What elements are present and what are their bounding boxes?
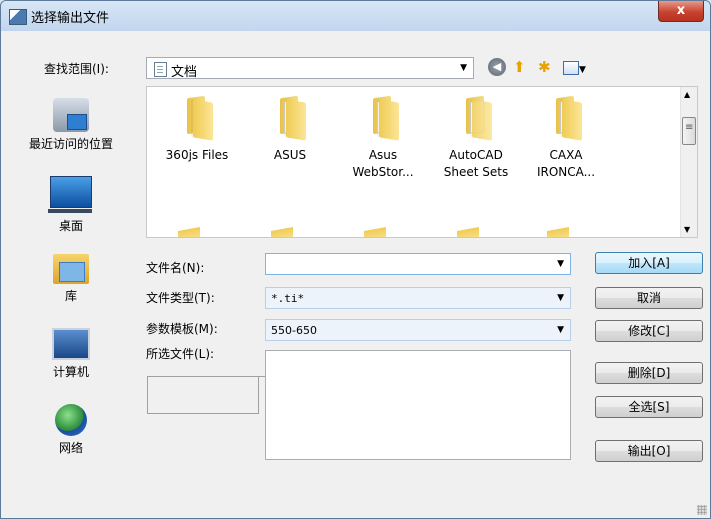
file-name: ASUS [273, 148, 307, 162]
filetype-label: 文件类型(T): [146, 291, 215, 305]
folder-icon [458, 95, 494, 141]
filename-label: 文件名(N): [146, 261, 205, 275]
folder-icon [265, 227, 295, 237]
resize-grip[interactable] [697, 505, 707, 515]
back-button[interactable]: ◀ [488, 58, 506, 76]
network-icon [55, 404, 87, 436]
scrollbar-thumb[interactable] [682, 117, 696, 145]
view-grid-icon [563, 60, 579, 75]
new-folder-button[interactable]: ✱ [538, 58, 551, 76]
desktop-icon [48, 176, 92, 213]
folder-icon [548, 95, 584, 141]
up-folder-icon: ⬆ [513, 58, 526, 76]
file-name-line2: Sheet Sets [443, 165, 509, 179]
new-folder-icon: ✱ [538, 58, 551, 76]
place-desktop-label: 桌面 [58, 219, 83, 233]
add-button[interactable]: 加入[A] [595, 252, 703, 274]
place-libraries-label: 库 [64, 289, 77, 303]
filetype-value: *.ti* [271, 292, 305, 305]
file-name: AutoCAD [449, 148, 503, 162]
place-network-label: 网络 [58, 441, 83, 455]
look-in-combo[interactable]: 文档 ▼ [146, 57, 474, 80]
folder-icon [541, 227, 571, 237]
scroll-down-icon[interactable]: ▼ [684, 225, 690, 234]
folder-icon [172, 227, 202, 237]
delete-button[interactable]: 删除[D] [595, 362, 703, 384]
select-all-button[interactable]: 全选[S] [595, 396, 703, 418]
document-icon [154, 62, 167, 77]
up-folder-button[interactable]: ⬆ [513, 58, 526, 76]
selected-files-list[interactable] [265, 350, 571, 460]
folder-icon [358, 227, 388, 237]
place-desktop[interactable]: 桌面 [1, 176, 141, 234]
close-button[interactable]: x [658, 1, 704, 22]
dialog-content: 查找范围(I): 文档 ▼ ◀ ⬆ ✱ ▼ 最近访问的位置 桌面 库 计算机 网… [1, 31, 710, 518]
window-title: 选择输出文件 [31, 11, 110, 26]
file-item[interactable]: CAXA IRONCA... [525, 95, 607, 181]
places-bar: 最近访问的位置 桌面 库 计算机 网络 [1, 86, 141, 518]
file-name: 360js Files [165, 148, 229, 162]
file-item[interactable]: Asus WebStor... [342, 95, 424, 181]
view-menu-button[interactable]: ▼ [563, 58, 591, 76]
file-item[interactable]: ASUS [249, 95, 331, 164]
template-value: 550-650 [271, 324, 317, 337]
selected-files-preview [147, 376, 259, 414]
filename-input[interactable]: ▼ [265, 253, 571, 275]
look-in-value: 文档 [171, 65, 198, 80]
place-computer[interactable]: 计算机 [1, 328, 141, 380]
place-libraries[interactable]: 库 [1, 254, 141, 304]
file-item[interactable]: AutoCAD Sheet Sets [435, 95, 517, 181]
chevron-down-icon: ▼ [460, 63, 467, 73]
filetype-select[interactable]: *.ti* ▼ [265, 287, 571, 309]
file-list[interactable]: 360js Files ASUS Asus WebStor... AutoCAD… [146, 86, 698, 238]
folder-icon [451, 227, 481, 237]
place-computer-label: 计算机 [52, 365, 89, 379]
chevron-down-icon: ▼ [579, 65, 586, 75]
folder-icon [179, 95, 215, 141]
place-network[interactable]: 网络 [1, 404, 141, 456]
chevron-down-icon: ▼ [557, 325, 564, 335]
libraries-icon [53, 254, 89, 284]
scroll-up-icon[interactable]: ▲ [684, 90, 690, 99]
look-in-label: 查找范围(I): [44, 62, 109, 76]
chevron-down-icon[interactable]: ▼ [557, 259, 564, 269]
cancel-button[interactable]: 取消 [595, 287, 703, 309]
template-select[interactable]: 550-650 ▼ [265, 319, 571, 341]
title-bar: 选择输出文件 x [1, 1, 710, 31]
place-recent-label: 最近访问的位置 [28, 137, 113, 151]
selected-files-label: 所选文件(L): [146, 347, 215, 361]
file-item[interactable]: 360js Files [156, 95, 238, 164]
file-name-line2: IRONCA... [536, 165, 596, 179]
app-icon [9, 9, 27, 25]
modify-button[interactable]: 修改[C] [595, 320, 703, 342]
file-name: CAXA [549, 148, 583, 162]
back-arrow-icon: ◀ [492, 60, 502, 73]
folder-icon [272, 95, 308, 141]
folder-icon [365, 95, 401, 141]
output-button[interactable]: 输出[O] [595, 440, 703, 462]
file-name: Asus [368, 148, 398, 162]
dialog-window: 选择输出文件 x 查找范围(I): 文档 ▼ ◀ ⬆ ✱ ▼ 最近访问的位置 桌… [0, 0, 711, 519]
place-recent[interactable]: 最近访问的位置 [1, 98, 141, 152]
chevron-down-icon: ▼ [557, 293, 564, 303]
file-name-line2: WebStor... [352, 165, 414, 179]
template-label: 参数模板(M): [146, 322, 218, 336]
file-list-scrollbar[interactable]: ▲ ▼ [680, 87, 697, 237]
recent-places-icon [53, 98, 89, 132]
computer-icon [52, 328, 90, 360]
